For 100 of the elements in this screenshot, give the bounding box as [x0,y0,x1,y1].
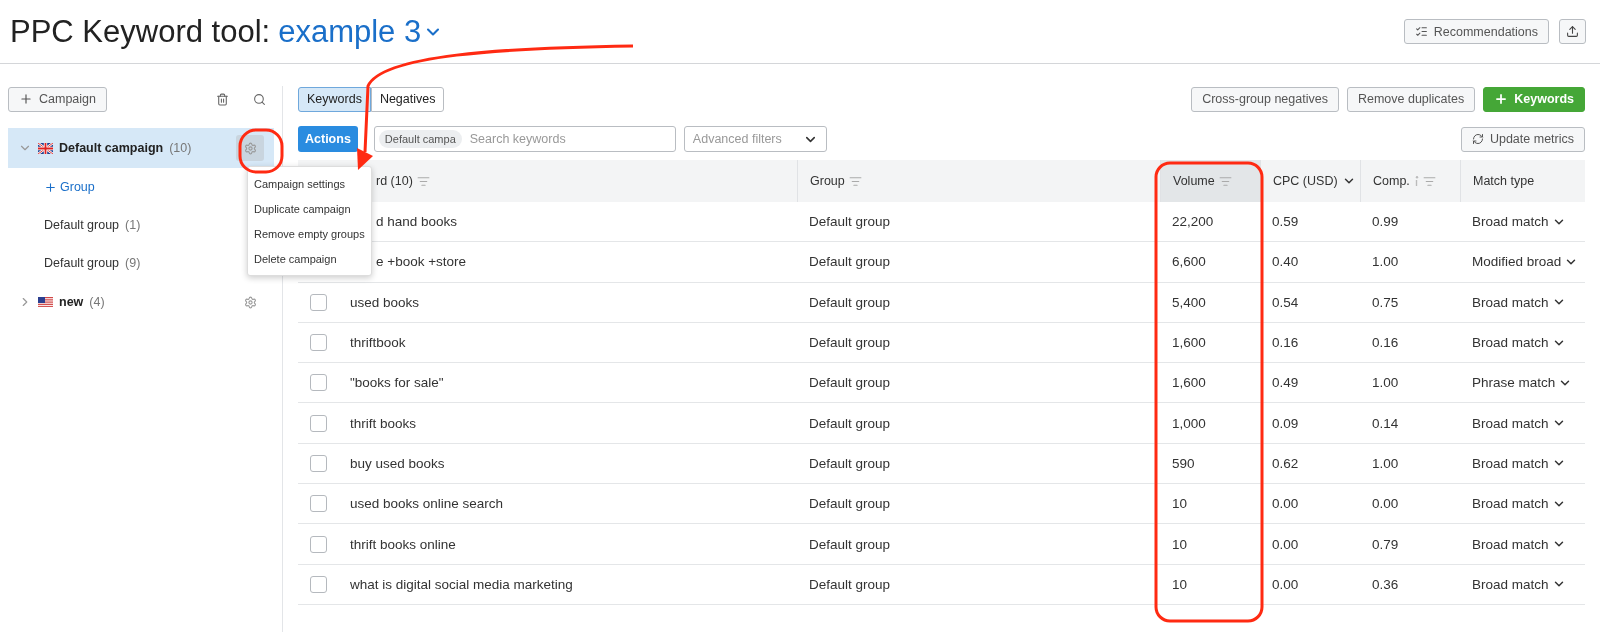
group-cell: Default group [809,415,891,431]
match-type-dropdown[interactable]: Broad match [1472,536,1566,552]
match-type-dropdown[interactable]: Broad match [1472,455,1566,471]
sort-icon[interactable] [848,174,862,188]
group-cell: Default group [809,536,891,552]
cpc-cell: 0.16 [1272,335,1299,351]
volume-cell: 1,000 [1172,415,1206,431]
group-count: (1) [125,218,141,232]
match-type-dropdown[interactable]: Modified broad [1472,254,1579,270]
volume-cell: 10 [1172,496,1188,512]
search-field[interactable]: Default campa Search keywords [373,126,676,152]
volume-cell: 5,400 [1172,294,1206,310]
group-count: (9) [125,256,141,270]
search-icon[interactable] [253,92,266,106]
row-checkbox[interactable] [310,293,327,311]
comp-cell: 1.00 [1372,254,1399,270]
group-name[interactable]: Default group [44,256,120,270]
cpc-cell: 0.49 [1272,375,1299,391]
volume-cell: 1,600 [1172,375,1206,391]
volume-cell: 22,200 [1172,214,1214,230]
info-icon [1413,175,1419,187]
volume-cell: 590 [1172,455,1195,471]
keyword-cell: what is digital social media marketing [350,576,573,592]
settings-icon[interactable] [236,135,264,161]
sort-icon[interactable] [1422,174,1436,188]
group-cell: Default group [809,335,891,351]
volume-cell: 10 [1172,536,1188,552]
column-header[interactable]: rd (10) [350,160,797,202]
campaign-item[interactable]: Default campaign (10) [8,128,274,168]
comp-cell: 0.00 [1372,496,1399,512]
match-type-dropdown[interactable]: Phrase match [1472,375,1573,391]
cpc-cell: 0.00 [1272,536,1299,552]
column-header[interactable]: Comp. [1360,160,1460,202]
row-checkbox[interactable] [310,454,327,472]
keyword-cell: buy used books [350,455,445,471]
delete-icon[interactable] [216,92,229,106]
cpc-cell: 0.00 [1272,576,1299,592]
row-checkbox[interactable] [310,334,327,352]
row-checkbox[interactable] [310,535,327,553]
match-type-dropdown[interactable]: Broad match [1472,415,1566,431]
refresh-icon [1471,133,1484,145]
keyword-cell: used books [350,294,420,310]
group-cell: Default group [809,294,891,310]
checklist-icon [1414,25,1428,38]
toolbar-button[interactable]: Remove duplicates [1346,86,1476,112]
keyword-cell: thrift books online [350,536,456,552]
recommendations-button[interactable]: Recommendations [1403,19,1549,44]
export-button[interactable] [1559,19,1586,44]
comp-cell: 0.99 [1372,214,1399,230]
comp-cell: 0.16 [1372,335,1399,351]
project-selector[interactable]: example 3 [278,13,444,50]
menu-item[interactable]: Delete campaign [248,246,365,271]
toolbar-button[interactable]: Cross-group negatives [1191,86,1339,112]
group-name[interactable]: Default group [44,218,120,232]
match-type-dropdown[interactable]: Broad match [1472,576,1566,592]
keyword-cell: used books online search [350,496,504,512]
plus-icon [44,180,57,194]
column-header[interactable]: CPC (USD) [1260,160,1360,202]
column-header[interactable]: Match type [1460,160,1585,202]
row-checkbox[interactable] [310,575,327,593]
sort-icon[interactable] [416,174,430,188]
actions-button[interactable]: Actions [298,126,358,152]
comp-cell: 0.79 [1372,536,1399,552]
match-type-dropdown[interactable]: Broad match [1472,496,1566,512]
cpc-cell: 0.00 [1272,496,1299,512]
volume-cell: 6,600 [1172,254,1206,270]
group-cell: Default group [809,254,891,270]
row-checkbox[interactable] [310,374,327,392]
keyword-cell: "books for sale" [350,375,444,391]
column-header[interactable]: Group [797,160,1160,202]
campaign-item[interactable]: new (4) [8,282,274,322]
keyword-cell: thriftbook [350,335,406,351]
upload-icon [1566,25,1579,38]
add-campaign-button[interactable]: Campaign [8,86,107,112]
volume-cell: 10 [1172,576,1188,592]
column-header[interactable]: Volume [1160,160,1260,202]
update-metrics-button[interactable]: Update metrics [1460,126,1585,152]
campaign-count: (10) [169,141,192,155]
match-type-dropdown[interactable]: Broad match [1472,214,1566,230]
row-checkbox[interactable] [310,495,327,513]
volume-cell: 1,600 [1172,335,1206,351]
campaign-name: new [59,295,84,309]
group-cell: Default group [809,375,891,391]
page-title: PPC Keyword tool: [10,13,271,50]
match-type-dropdown[interactable]: Broad match [1472,294,1566,310]
tab[interactable]: Keywords [298,86,371,112]
plus-icon [1494,92,1509,106]
add-group-link[interactable]: Group [44,180,95,194]
campaign-name: Default campaign [59,141,164,155]
sort-icon[interactable] [1218,174,1232,188]
comp-cell: 0.36 [1372,576,1399,592]
campaign-count: (4) [89,295,105,309]
tab[interactable]: Negatives [370,86,445,112]
cpc-cell: 0.09 [1272,415,1299,431]
row-checkbox[interactable] [310,414,327,432]
flag-icon [38,142,53,154]
menu-item[interactable]: Remove empty groups [248,221,365,246]
group-cell: Default group [809,214,891,230]
cpc-cell: 0.62 [1272,455,1299,471]
match-type-dropdown[interactable]: Broad match [1472,335,1566,351]
